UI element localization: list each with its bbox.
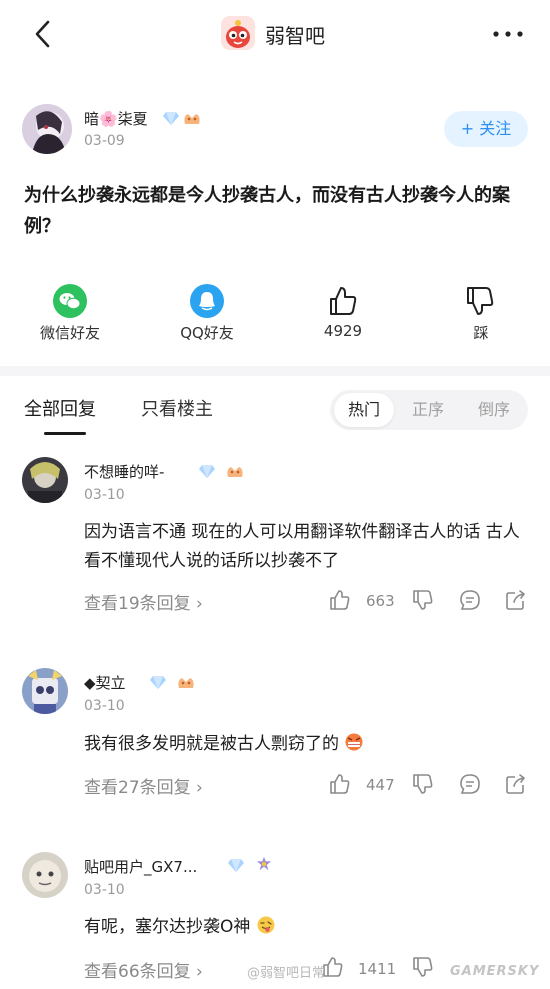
comment-text-body: 我有很多发明就是被古人剽窃了的 (84, 734, 339, 754)
view-replies-link[interactable]: 查看19条回复 › (84, 589, 203, 614)
comment-text: 有呢，塞尔达抄袭O神 (84, 913, 524, 942)
like-count: 4929 (323, 322, 363, 340)
weibo-watermark: @弱智吧日常 (247, 966, 326, 981)
angry-emoji-icon (345, 733, 363, 751)
share-icon[interactable] (505, 589, 527, 611)
thumbs-up-icon[interactable] (322, 956, 344, 978)
view-replies-link[interactable]: 查看66条回复 › (84, 957, 203, 982)
forum-logo-icon[interactable] (221, 16, 255, 50)
view-replies-link[interactable]: 查看27条回复 › (84, 773, 203, 798)
comment-like-count: 663 (366, 592, 395, 610)
comment-date: 03-10 (84, 487, 125, 503)
tab-all-replies[interactable]: 全部回复 (24, 395, 96, 421)
tongue-emoji-icon (257, 916, 275, 934)
thumbs-up-icon (330, 287, 357, 315)
top-bar: 弱智吧 (0, 0, 550, 70)
thumbs-down-icon[interactable] (412, 773, 434, 795)
post-date: 03-09 (84, 133, 125, 149)
comment-like-count: 447 (366, 776, 395, 794)
tab-active-indicator (44, 432, 86, 435)
comment-like-count: 1411 (358, 960, 397, 978)
qq-icon (190, 284, 224, 318)
share-icon[interactable] (505, 773, 527, 795)
level-badge-icon (256, 856, 272, 871)
comment-text: 我有很多发明就是被古人剽窃了的 (84, 730, 524, 759)
sort-hot[interactable]: 热门 (334, 393, 394, 427)
thumbs-down-icon[interactable] (412, 589, 434, 611)
share-qq-label: QQ好友 (180, 324, 234, 342)
comment-text: 因为语言不通 现在的人可以用翻译软件翻译古人的话 古人看不懂现代人说的话所以抄袭… (84, 522, 520, 571)
comment-icon[interactable] (459, 773, 481, 795)
follow-button[interactable]: + 关注 (444, 111, 528, 147)
comment-avatar[interactable] (22, 457, 68, 503)
sort-desc[interactable]: 倒序 (464, 390, 524, 430)
chevron-right-icon: › (196, 594, 203, 614)
site-watermark: GAMERSKY (450, 964, 540, 979)
sort-switch: 热门 正序 倒序 (330, 390, 528, 430)
tab-op-only[interactable]: 只看楼主 (141, 395, 213, 421)
level-badge-icon (227, 467, 243, 477)
share-wechat-label: 微信好友 (39, 324, 100, 342)
chevron-right-icon: › (196, 962, 203, 982)
comment-author[interactable]: 不想睡的咩- (84, 461, 164, 482)
thumbs-up-icon[interactable] (329, 773, 351, 795)
comment-avatar[interactable] (22, 852, 68, 898)
diamond-badge-icon (163, 112, 179, 125)
thumbs-down-icon[interactable] (412, 956, 434, 978)
view-replies-label: 查看19条回复 (84, 594, 191, 614)
comment-avatar[interactable] (22, 668, 68, 714)
section-divider (0, 366, 550, 376)
chevron-right-icon: › (196, 778, 203, 798)
wechat-icon (53, 284, 87, 318)
comment-icon[interactable] (459, 589, 481, 611)
level-badge-icon (184, 114, 200, 124)
forum-name[interactable]: 弱智吧 (265, 20, 325, 49)
level-badge-icon (178, 678, 194, 688)
comment-author[interactable]: ◆契立 (84, 672, 126, 693)
comment-author[interactable]: 贴吧用户_GX7... (84, 856, 197, 877)
thumbs-up-icon[interactable] (329, 589, 351, 611)
thumbs-down-icon (467, 287, 494, 315)
comment-text-body: 有呢，塞尔达抄袭O神 (84, 917, 251, 937)
comment-date: 03-10 (84, 698, 125, 714)
view-replies-label: 查看66条回复 (84, 962, 191, 982)
comment-date: 03-10 (84, 882, 125, 898)
author-avatar[interactable] (22, 104, 72, 154)
dislike-label: 踩 (473, 324, 489, 342)
diamond-badge-icon (228, 859, 244, 872)
chevron-left-icon[interactable] (30, 18, 56, 50)
post-title: 为什么抄袭永远都是今人抄袭古人，而没有古人抄袭今人的案例？ (24, 185, 510, 237)
diamond-badge-icon (199, 465, 215, 478)
diamond-badge-icon (150, 676, 166, 689)
more-dots-icon[interactable] (490, 22, 526, 46)
view-replies-label: 查看27条回复 (84, 778, 191, 798)
author-name[interactable]: 暗🌸柒夏 (84, 108, 148, 129)
sort-asc[interactable]: 正序 (398, 390, 458, 430)
